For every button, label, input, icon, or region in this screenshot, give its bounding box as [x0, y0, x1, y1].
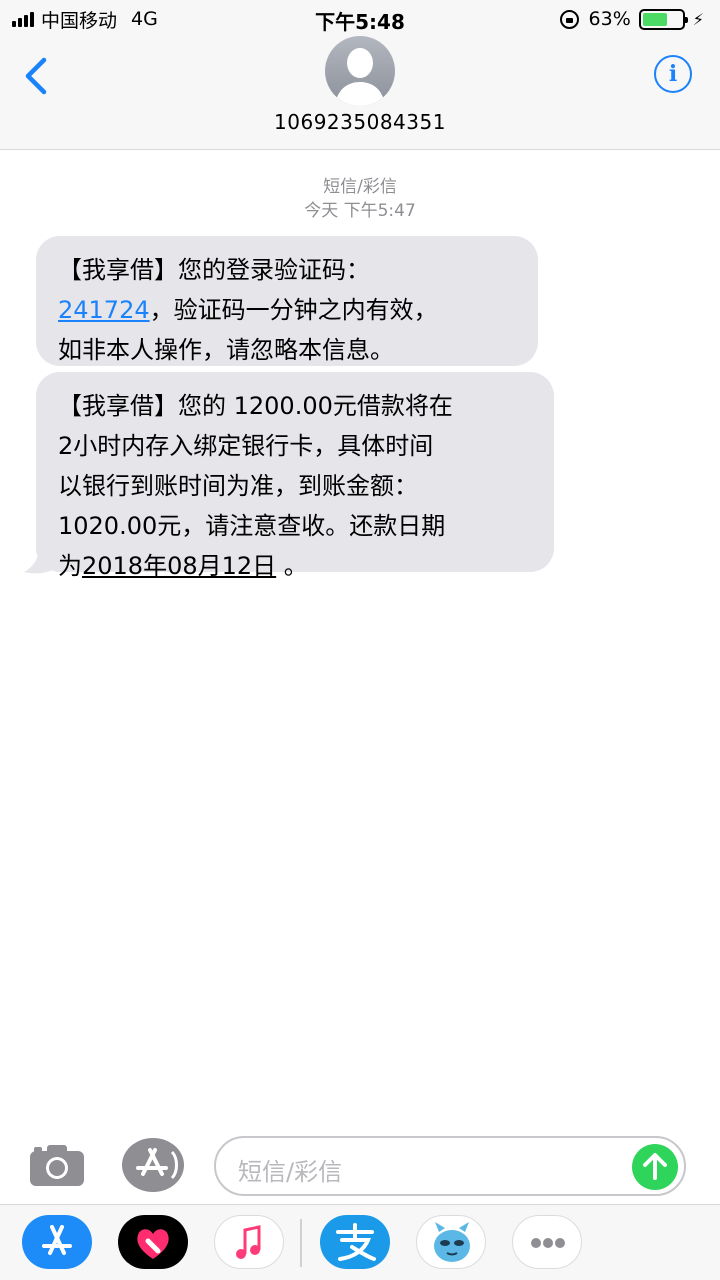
message-line: 【我享借】您的 1200.00元借款将在	[58, 392, 453, 420]
heart-digital-touch-icon	[137, 1229, 169, 1259]
back-button[interactable]	[20, 56, 52, 96]
message-input-placeholder: 短信/彩信	[238, 1158, 343, 1186]
bubble-tail	[24, 548, 52, 574]
repayment-date-link[interactable]: 2018年08月12日	[82, 552, 276, 580]
message-bubble[interactable]: 【我享借】您的登录验证码： 241724，验证码一分钟之内有效， 如非本人操作，…	[36, 236, 538, 366]
message-line: 如非本人操作，请忽略本信息。	[58, 336, 394, 364]
message-input[interactable]: 短信/彩信	[214, 1136, 686, 1196]
drawer-sticker-button[interactable]	[416, 1215, 486, 1269]
message-line: 241724，验证码一分钟之内有效，	[58, 290, 516, 330]
send-button[interactable]	[632, 1144, 678, 1190]
arrow-up-icon	[643, 1153, 667, 1180]
drawer-more-button[interactable]	[512, 1215, 582, 1269]
message-line: 为2018年08月12日 。	[58, 546, 532, 586]
contact-number[interactable]: 1069235084351	[0, 110, 720, 134]
message-line: 1020.00元，请注意查收。还款日期	[58, 512, 446, 540]
app-store-button[interactable]	[122, 1138, 184, 1192]
app-drawer	[0, 1204, 720, 1280]
info-button[interactable]: i	[654, 55, 692, 93]
charging-bolt-icon: ⚡	[692, 9, 704, 29]
message-line: 2小时内存入绑定银行卡，具体时间	[58, 432, 434, 460]
conversation-header: 1069235084351 i	[0, 36, 720, 150]
verification-code-link[interactable]: 241724	[58, 296, 150, 324]
drawer-music-button[interactable]	[214, 1215, 284, 1269]
status-bar: 中国移动 4G 下午5:48 63% ⚡	[0, 0, 720, 38]
chevron-left-icon	[25, 57, 47, 95]
contact-avatar[interactable]	[325, 36, 395, 106]
camera-button[interactable]	[28, 1142, 86, 1188]
battery-level	[642, 12, 667, 26]
message-text: 为	[58, 552, 82, 580]
orientation-lock-icon	[559, 9, 579, 29]
drawer-divider	[300, 1219, 302, 1267]
alipay-icon	[336, 1223, 376, 1261]
message-timestamp: 今天 下午5:47	[304, 201, 416, 221]
battery-percent: 63%	[588, 8, 631, 30]
drawer-alipay-button[interactable]	[320, 1215, 390, 1269]
message-text: ，验证码一分钟之内有效，	[149, 296, 438, 324]
drawer-app-store-button[interactable]	[22, 1215, 92, 1269]
message-line: 以银行到账时间为准，到账金额：	[58, 472, 418, 500]
message-bubble[interactable]: 【我享借】您的 1200.00元借款将在 2小时内存入绑定银行卡，具体时间 以银…	[36, 372, 554, 580]
message-text: 。	[276, 552, 308, 580]
status-right: 63% ⚡	[559, 7, 704, 31]
app-store-icon	[136, 1148, 178, 1180]
cartoon-sticker-icon	[434, 1222, 470, 1262]
more-icon	[531, 1238, 565, 1248]
app-store-icon	[42, 1225, 72, 1255]
person-silhouette-icon	[335, 48, 385, 106]
camera-icon	[30, 1145, 84, 1186]
drawer-digital-touch-button[interactable]	[118, 1215, 188, 1269]
battery-icon	[638, 8, 688, 30]
service-label: 短信/彩信	[323, 177, 397, 197]
message-line: 【我享借】您的登录验证码：	[58, 256, 370, 284]
music-icon	[236, 1225, 261, 1259]
